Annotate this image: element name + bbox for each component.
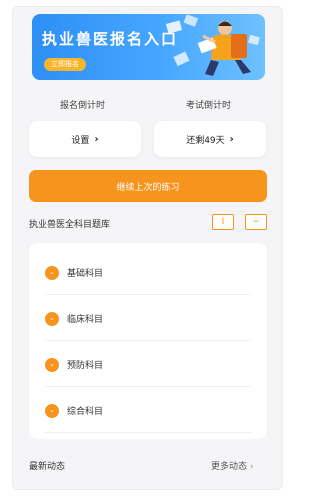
- signup-settings-label: 设置: [71, 135, 90, 146]
- chevron-right-icon: ›: [94, 133, 99, 145]
- subject-item-basic[interactable]: ⌄ 基础科目: [45, 251, 251, 295]
- chevron-down-icon: ⌄: [45, 403, 59, 418]
- subject-item-prevention[interactable]: ⌄ 预防科目: [45, 343, 251, 387]
- chevron-down-icon: ⌄: [45, 311, 59, 326]
- latest-news-title: 最新动态: [29, 462, 66, 472]
- signup-settings-button[interactable]: 设置 ›: [29, 121, 141, 157]
- subject-label: 综合科目: [67, 407, 104, 417]
- more-news-label: 更多动态: [211, 462, 248, 472]
- collapse-icon[interactable]: −: [245, 214, 267, 230]
- subject-item-comprehensive[interactable]: ⌄ 综合科目: [45, 389, 251, 433]
- exam-days-button[interactable]: 还剩49天 ›: [154, 121, 266, 157]
- banner-illustration: [165, 14, 260, 76]
- chevron-right-icon: ›: [229, 133, 234, 145]
- more-news-link[interactable]: 更多动态 ›: [211, 459, 254, 472]
- text-cursor-icon[interactable]: I: [212, 214, 234, 230]
- signup-countdown-label: 报名倒计时: [60, 101, 106, 111]
- exam-countdown-label: 考试倒计时: [186, 101, 232, 111]
- chevron-down-icon: ⌄: [45, 357, 59, 372]
- chevron-right-icon: ›: [250, 462, 254, 472]
- subject-item-clinical[interactable]: ⌄ 临床科目: [45, 297, 251, 341]
- exam-days-label: 还剩49天: [186, 135, 225, 146]
- continue-practice-button[interactable]: 继续上次的练习: [29, 170, 267, 202]
- app-screen: 执业兽医报名入口 立即报名 报名倒计时 考试倒计时 设置 › 还剩49天 › 继…: [12, 6, 283, 490]
- subject-list-card: ⌄ 基础科目 ⌄ 临床科目 ⌄ 预防科目 ⌄ 综合科目: [29, 243, 267, 439]
- subject-label: 预防科目: [67, 361, 104, 371]
- subject-label: 基础科目: [67, 269, 104, 279]
- registration-banner[interactable]: 执业兽医报名入口 立即报名: [32, 14, 265, 80]
- chevron-down-icon: ⌄: [45, 265, 59, 280]
- register-now-button[interactable]: 立即报名: [44, 58, 86, 71]
- subject-label: 临床科目: [67, 315, 104, 325]
- question-bank-title: 执业兽医全科目题库: [29, 220, 111, 230]
